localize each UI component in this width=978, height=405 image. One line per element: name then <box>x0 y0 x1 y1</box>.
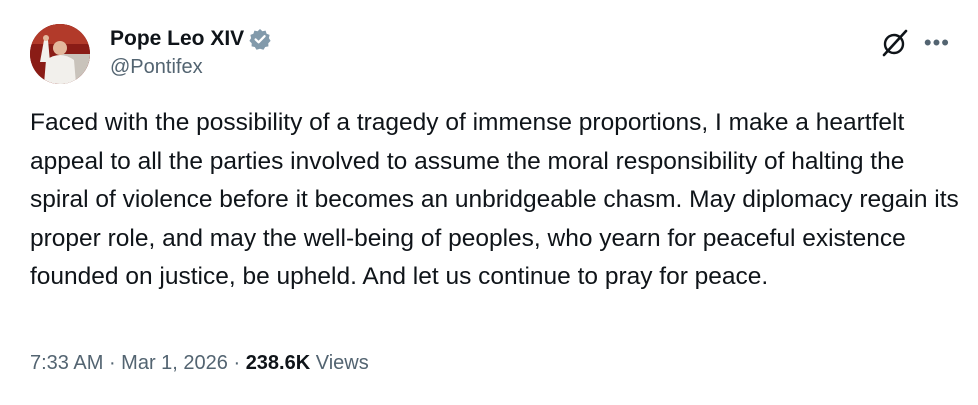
post-text: Faced with the possibility of a tragedy … <box>30 109 966 290</box>
author-block: Pope Leo XIV @Pontifex <box>110 26 271 79</box>
avatar-image <box>30 24 90 84</box>
more-icon[interactable]: ••• <box>924 32 950 54</box>
display-name[interactable]: Pope Leo XIV <box>110 27 244 51</box>
post-time[interactable]: 7:33 AM <box>30 352 103 375</box>
grok-icon[interactable] <box>880 28 910 58</box>
handle[interactable]: @Pontifex <box>110 56 271 79</box>
meta-separator: · <box>103 352 122 374</box>
views-count[interactable]: 238.6K <box>246 352 311 375</box>
avatar[interactable] <box>30 24 90 84</box>
views-label: Views <box>310 352 369 374</box>
top-actions: ••• <box>880 28 950 58</box>
tweet-card: Pope Leo XIV @Pontifex ••• Faced with th… <box>0 0 978 405</box>
post-meta: 7:33 AM · Mar 1, 2026 · 238.6K Views <box>30 352 369 375</box>
meta-separator-2: · <box>227 352 246 374</box>
verified-badge-icon <box>249 28 271 50</box>
post-date[interactable]: Mar 1, 2026 <box>121 352 228 375</box>
name-row: Pope Leo XIV <box>110 26 271 52</box>
